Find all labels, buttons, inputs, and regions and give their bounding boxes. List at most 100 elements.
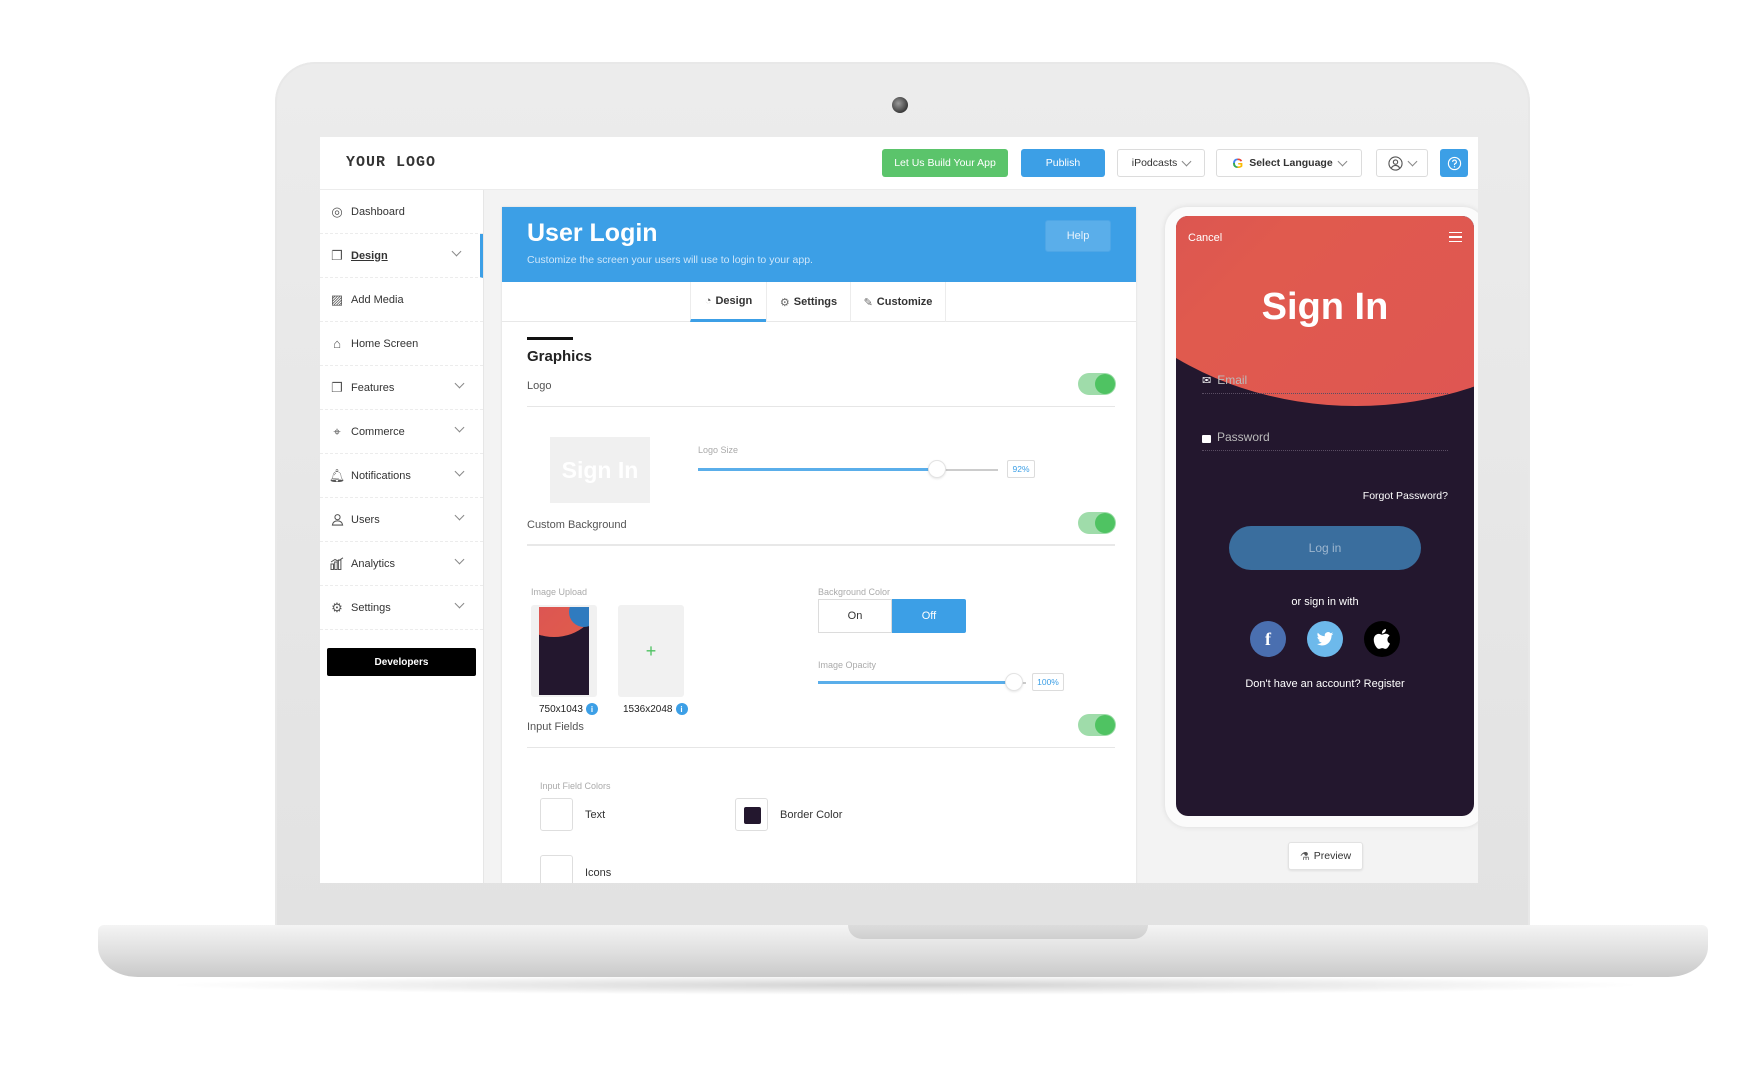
dimensions-text: 1536x2048 bbox=[623, 703, 673, 715]
logo-thumbnail[interactable]: Sign In bbox=[550, 437, 650, 503]
sidebar-item-commerce[interactable]: ⌖ Commerce bbox=[320, 410, 483, 454]
phone-login-button[interactable]: Log in bbox=[1229, 526, 1421, 570]
phone-title: Sign In bbox=[1261, 286, 1389, 328]
background-color-toggle: On Off bbox=[818, 599, 966, 633]
app-select[interactable]: iPodcasts bbox=[1117, 149, 1205, 177]
tab-label: Customize bbox=[876, 296, 933, 308]
sidebar-item-label: Notifications bbox=[351, 469, 411, 482]
background-color-on-option[interactable]: On bbox=[818, 599, 892, 633]
chevron-down-icon bbox=[1337, 156, 1348, 166]
tab-design[interactable]: ◔ Design bbox=[690, 282, 766, 322]
laptop-base bbox=[98, 925, 1708, 977]
tab-bar: ◔ Design ⚙ Settings ✎ Customize bbox=[502, 282, 1136, 322]
sidebar-item-label: Design bbox=[351, 249, 388, 262]
sidebar-item-label: Add Media bbox=[351, 293, 404, 306]
page-subtitle: Customize the screen your users will use… bbox=[527, 254, 813, 266]
background-image-preview bbox=[539, 607, 589, 695]
publish-button[interactable]: Publish bbox=[1021, 149, 1105, 177]
laptop-shadow bbox=[160, 975, 1650, 995]
build-app-button[interactable]: Let Us Build Your App bbox=[882, 149, 1008, 177]
phone-password-field[interactable]: Password bbox=[1202, 430, 1448, 451]
phone-cancel-link[interactable]: Cancel bbox=[1188, 232, 1222, 244]
question-circle-icon bbox=[1447, 156, 1461, 170]
info-icon[interactable]: i bbox=[585, 703, 598, 715]
help-button[interactable]: Help bbox=[1045, 220, 1111, 252]
image-icon: ▨ bbox=[330, 291, 344, 307]
user-menu-button[interactable] bbox=[1376, 149, 1428, 177]
chevron-down-icon bbox=[1407, 156, 1418, 166]
custom-background-label: Custom Background bbox=[527, 519, 627, 531]
developers-button[interactable]: Developers bbox=[327, 648, 476, 676]
sidebar-item-users[interactable]: Users bbox=[320, 498, 483, 542]
phone-email-field[interactable]: ✉ Email bbox=[1202, 373, 1448, 394]
sidebar-item-settings[interactable]: ⚙ Settings bbox=[320, 586, 483, 630]
image-upload-label: Image Upload bbox=[531, 587, 588, 597]
language-select[interactable]: G Select Language bbox=[1216, 149, 1362, 177]
page-title: User Login bbox=[527, 219, 658, 247]
email-placeholder: Email bbox=[1217, 373, 1248, 387]
preview-button[interactable]: ⚗ Preview bbox=[1288, 842, 1363, 870]
app-logo[interactable]: YOUR LOGO bbox=[346, 154, 436, 171]
info-icon[interactable]: i bbox=[675, 703, 688, 715]
swatch-color bbox=[549, 807, 566, 824]
opacity-slider-fill bbox=[818, 681, 1014, 684]
preview-label: Preview bbox=[1313, 850, 1352, 862]
input-fields-label: Input Fields bbox=[527, 721, 584, 733]
dimensions-text: 750x1043 bbox=[539, 703, 583, 715]
image-dimensions: 1536x2048 i bbox=[623, 703, 688, 715]
analytics-icon bbox=[330, 557, 344, 571]
chevron-down-icon bbox=[451, 246, 462, 257]
input-fields-toggle[interactable] bbox=[1078, 714, 1116, 736]
sidebar-item-add-media[interactable]: ▨ Add Media bbox=[320, 278, 483, 322]
logo-size-slider-handle[interactable] bbox=[928, 460, 946, 478]
google-icon: G bbox=[1232, 155, 1244, 171]
tab-settings[interactable]: ⚙ Settings bbox=[766, 282, 850, 322]
bell-icon: 🔔︎ bbox=[328, 467, 346, 483]
logo-size-label: Logo Size bbox=[698, 445, 739, 455]
image-opacity-label: Image Opacity bbox=[818, 660, 877, 670]
app-screen: YOUR LOGO Let Us Build Your App Publish … bbox=[320, 137, 1478, 883]
twitter-icon[interactable] bbox=[1307, 621, 1343, 657]
flask-icon: ⚗ bbox=[1299, 850, 1310, 863]
sidebar-item-design[interactable]: ❐ Design bbox=[320, 234, 483, 278]
hamburger-menu-icon[interactable] bbox=[1449, 232, 1462, 242]
add-image-button[interactable]: + bbox=[618, 605, 684, 697]
swatch-label: Text bbox=[585, 809, 606, 821]
forgot-password-link[interactable]: Forgot Password? bbox=[1363, 490, 1448, 502]
home-icon: ⌂ bbox=[333, 336, 341, 351]
divider bbox=[527, 544, 1115, 546]
sidebar-item-home-screen[interactable]: ⌂ Home Screen bbox=[320, 322, 483, 366]
gear-icon: ⚙ bbox=[331, 599, 343, 615]
section-accent-bar bbox=[527, 337, 573, 340]
chevron-down-icon bbox=[454, 510, 465, 521]
custom-background-toggle[interactable] bbox=[1078, 512, 1116, 534]
tab-customize[interactable]: ✎ Customize bbox=[850, 282, 946, 322]
sidebar-item-analytics[interactable]: Analytics bbox=[320, 542, 483, 586]
register-prompt[interactable]: Don't have an account? Register bbox=[1176, 678, 1474, 690]
language-select-value: Select Language bbox=[1249, 157, 1333, 169]
sidebar-item-features[interactable]: ❐ Features bbox=[320, 366, 483, 410]
background-color-off-option[interactable]: Off bbox=[892, 599, 966, 633]
sidebar-item-dashboard[interactable]: ◎ Dashboard bbox=[320, 190, 483, 234]
logo-size-value[interactable]: 92% bbox=[1007, 460, 1035, 478]
chevron-down-icon bbox=[454, 598, 465, 609]
design-icon: ❐ bbox=[331, 247, 343, 263]
text-color-swatch[interactable] bbox=[540, 798, 573, 831]
border-color-swatch[interactable] bbox=[735, 798, 768, 831]
logo-toggle[interactable] bbox=[1078, 373, 1116, 395]
app-select-value: iPodcasts bbox=[1131, 157, 1178, 169]
opacity-value[interactable]: 100% bbox=[1032, 673, 1064, 691]
input-field-colors-label: Input Field Colors bbox=[540, 781, 611, 791]
facebook-icon[interactable]: f bbox=[1250, 621, 1286, 657]
icons-color-swatch[interactable] bbox=[540, 855, 573, 883]
swatch-color bbox=[549, 864, 566, 881]
swatch-label: Border Color bbox=[780, 809, 843, 821]
background-image-thumbnail[interactable] bbox=[531, 605, 597, 697]
apple-icon[interactable] bbox=[1364, 621, 1400, 657]
sidebar: ◎ Dashboard ❐ Design ▨ Add Media ⌂ Home … bbox=[320, 190, 484, 883]
panel-header: User Login Customize the screen your use… bbox=[502, 207, 1136, 282]
top-bar: YOUR LOGO Let Us Build Your App Publish … bbox=[320, 137, 1478, 190]
opacity-slider-handle[interactable] bbox=[1005, 673, 1023, 691]
sidebar-item-notifications[interactable]: 🔔︎ Notifications bbox=[320, 454, 483, 498]
help-icon-button[interactable] bbox=[1440, 149, 1468, 177]
